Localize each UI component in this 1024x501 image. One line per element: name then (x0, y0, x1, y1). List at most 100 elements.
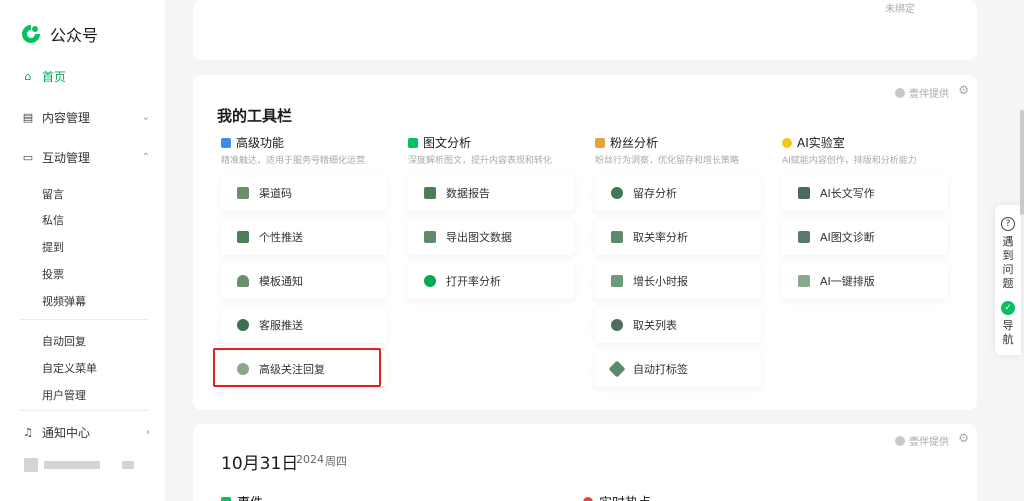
sidebar-sub-user-management[interactable]: 用户管理 (42, 387, 86, 403)
floating-help-bar: ? 遇到问题 ✓ 导航 (995, 205, 1021, 355)
provider-label: 壹伴提供 (909, 89, 949, 100)
sidebar-item-label: 内容管理 (42, 111, 91, 125)
avatar (24, 458, 38, 472)
sidebar-item-home[interactable]: ⌂ 首页 (22, 68, 140, 85)
sidebar-sub-comments[interactable]: 留言 (42, 186, 64, 202)
tool-auto-tagging[interactable]: 自动打标签 (595, 351, 761, 387)
tool-label: AI图文诊断 (820, 231, 875, 244)
pen-icon (798, 187, 810, 199)
tool-label: 数据报告 (446, 187, 490, 200)
tool-ai-long-writing[interactable]: AI长文写作 (782, 175, 948, 211)
provider-icon (895, 87, 905, 98)
sidebar-sub-custom-menu[interactable]: 自定义菜单 (42, 360, 97, 376)
tool-open-rate-analysis[interactable]: 打开率分析 (408, 263, 574, 299)
tool-export-article-data[interactable]: 导出图文数据 (408, 219, 574, 255)
tool-label: 留存分析 (633, 187, 677, 200)
tool-personal-push[interactable]: 个性推送 (221, 219, 387, 255)
events-label: 事件 (237, 492, 263, 501)
sidebar-sub-messages[interactable]: 私信 (42, 212, 64, 228)
chevron-up-icon: ⌃ (141, 152, 150, 163)
bar-chart-icon (611, 275, 623, 287)
gear-icon[interactable]: ⚙ (958, 83, 969, 97)
tool-service-push[interactable]: 客服推送 (221, 307, 387, 343)
tool-ai-one-click-layout[interactable]: AI一键排版 (782, 263, 948, 299)
sidebar-sub-mentions[interactable]: 提到 (42, 239, 64, 255)
qrcode-icon (237, 187, 249, 199)
toolbar-title: 我的工具栏 (217, 107, 293, 125)
report-icon (424, 187, 436, 199)
calendar-icon (221, 496, 231, 501)
search-chart-icon (424, 275, 436, 287)
column-title: 图文分析 (423, 136, 472, 150)
bind-status: 未绑定 (885, 4, 915, 15)
chevron-down-icon: ⌄ (141, 112, 150, 123)
tag-icon (608, 360, 626, 378)
date-title: 10月31日 (221, 454, 299, 474)
tool-unfollow-rate-analysis[interactable]: 取关率分析 (595, 219, 761, 255)
pie-chart-icon (611, 187, 623, 199)
date-weekday: 周四 (325, 455, 347, 468)
message-icon (237, 231, 249, 243)
tool-label: 增长小时报 (633, 275, 688, 288)
column-desc: 深度解析图文，提升内容表现和转化 (408, 156, 553, 166)
tool-label: AI长文写作 (820, 187, 875, 200)
account-name-blurred (44, 461, 100, 469)
sidebar-item-label: 互动管理 (42, 151, 91, 165)
sidebar-item-label: 首页 (42, 70, 67, 84)
tool-channel-code[interactable]: 渠道码 (221, 175, 387, 211)
tool-template-notice[interactable]: 模板通知 (221, 263, 387, 299)
tool-retention-analysis[interactable]: 留存分析 (595, 175, 761, 211)
tool-label: 取关率分析 (633, 231, 688, 244)
column-head-advanced: 高级功能 (221, 134, 284, 151)
wechat-logo-icon (22, 25, 40, 43)
sidebar-sub-danmaku[interactable]: 视频弹幕 (42, 293, 86, 309)
column-head-fan-analysis: 粉丝分析 (595, 134, 658, 151)
sidebar-item-interaction[interactable]: ▭ 互动管理 ⌃ (22, 149, 150, 166)
help-icon[interactable]: ? (1001, 217, 1015, 231)
sidebar-sub-votes[interactable]: 投票 (42, 266, 64, 282)
tool-label: 模板通知 (259, 275, 303, 288)
user-list-icon (611, 319, 623, 331)
events-section: 事件 (221, 492, 263, 501)
tool-hourly-growth-report[interactable]: 增长小时报 (595, 263, 761, 299)
home-icon: ⌂ (24, 70, 32, 83)
account-extra-blurred (122, 461, 134, 469)
sidebar-item-label: 通知中心 (42, 426, 91, 440)
logo[interactable]: 公众号 (20, 22, 98, 46)
ai-icon (782, 137, 792, 148)
sidebar-divider (20, 319, 148, 320)
gear-icon[interactable]: ⚙ (958, 431, 969, 445)
advanced-icon (221, 137, 231, 148)
provider-icon (895, 435, 905, 446)
column-desc: AI赋能内容创作，排版和分析能力 (782, 156, 917, 166)
sidebar-item-content[interactable]: ▤ 内容管理 ⌄ (22, 109, 150, 126)
bell-icon (237, 275, 249, 287)
user-icon (595, 137, 605, 148)
column-title: 粉丝分析 (610, 136, 659, 150)
tool-unfollow-list[interactable]: 取关列表 (595, 307, 761, 343)
sidebar-sub-auto-reply[interactable]: 自动回复 (42, 333, 86, 349)
headset-icon (237, 319, 249, 331)
column-desc: 粉丝行为洞察，优化留存和增长策略 (595, 156, 740, 166)
tool-label: 取关列表 (633, 319, 677, 332)
layout-icon (798, 275, 810, 287)
tool-label: 客服推送 (259, 319, 303, 332)
provider-label: 壹伴提供 (909, 437, 949, 448)
export-icon (424, 231, 436, 243)
top-panel: 未绑定 (193, 0, 977, 60)
edit-icon (798, 231, 810, 243)
document-icon: ▤ (22, 111, 34, 124)
tool-label: AI一键排版 (820, 275, 875, 288)
provider-tag: 壹伴提供 (895, 85, 949, 100)
help-label[interactable]: 遇到问题 (1002, 235, 1014, 291)
sidebar-item-notice[interactable]: ♫ 通知中心 › (22, 424, 150, 441)
date-year: 2024 (296, 453, 324, 466)
column-desc: 精准触达，适用于服务号精细化运营 (221, 156, 366, 166)
tool-data-report[interactable]: 数据报告 (408, 175, 574, 211)
page-scrollbar[interactable] (1020, 110, 1024, 215)
tool-ai-article-diagnosis[interactable]: AI图文诊断 (782, 219, 948, 255)
nav-label[interactable]: 导航 (1002, 319, 1014, 347)
chart-icon (408, 137, 418, 148)
navigation-icon[interactable]: ✓ (1001, 301, 1015, 315)
hot-label: 实时热点 (599, 492, 651, 501)
